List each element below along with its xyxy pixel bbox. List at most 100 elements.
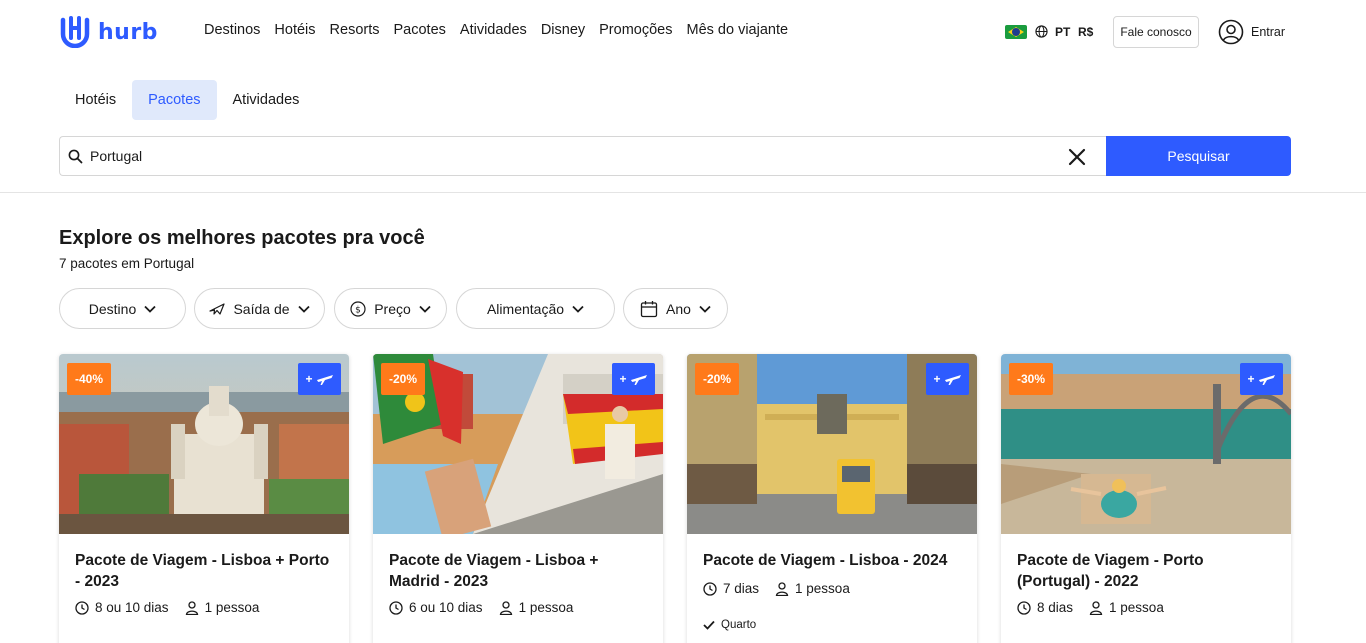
nav-hoteis[interactable]: Hotéis bbox=[274, 22, 315, 38]
language-selector[interactable]: PT bbox=[1055, 25, 1070, 39]
package-title[interactable]: Pacote de Viagem - Lisboa - 2024 bbox=[703, 550, 965, 571]
search-button[interactable]: Pesquisar bbox=[1106, 136, 1291, 176]
package-people: 1 pessoa bbox=[204, 600, 260, 615]
package-image[interactable]: -20% + bbox=[373, 354, 663, 534]
package-card[interactable]: -20% + Pacote de Viagem - Lisboa + Madri… bbox=[373, 354, 663, 643]
person-icon bbox=[775, 581, 789, 596]
results-count: 7 pacotes em Portugal bbox=[59, 256, 195, 271]
plane-icon bbox=[209, 302, 226, 315]
package-image[interactable]: -40% + bbox=[59, 354, 349, 534]
nav-atividades[interactable]: Atividades bbox=[460, 22, 527, 38]
package-meta: 8 ou 10 dias 1 pessoa bbox=[75, 600, 259, 615]
brazil-flag-globe bbox=[1012, 28, 1020, 36]
package-amenity: Quarto bbox=[703, 619, 756, 631]
flight-included-badge: + bbox=[298, 363, 341, 395]
chevron-down-icon bbox=[419, 305, 431, 313]
package-amenity-label: Quarto bbox=[721, 619, 757, 631]
tab-pacotes[interactable]: Pacotes bbox=[132, 80, 217, 120]
filter-ano[interactable]: Ano bbox=[623, 288, 728, 329]
package-image[interactable]: -30% + bbox=[1001, 354, 1291, 534]
flight-badge-plus: + bbox=[933, 372, 941, 386]
site-header: hurb Destinos Hotéis Resorts Pacotes Ati… bbox=[0, 0, 1366, 64]
person-icon bbox=[499, 600, 512, 615]
filter-saida[interactable]: Saída de bbox=[194, 288, 325, 329]
filter-alimentacao-label: Alimentação bbox=[486, 300, 565, 317]
package-card[interactable]: -20% + Pacote de Viagem - Lisboa - 2024 … bbox=[687, 354, 977, 643]
page-title: Explore os melhores pacotes pra você bbox=[59, 227, 425, 249]
calendar-icon bbox=[640, 300, 658, 317]
user-icon[interactable] bbox=[1218, 19, 1244, 45]
airplane-icon bbox=[1258, 375, 1275, 385]
filter-preco[interactable]: $ Preço bbox=[334, 288, 447, 329]
package-title[interactable]: Pacote de Viagem - Porto (Portugal) - 20… bbox=[1017, 550, 1279, 592]
flight-included-badge: + bbox=[1240, 363, 1283, 395]
airplane-icon bbox=[944, 375, 961, 385]
package-duration: 8 ou 10 dias bbox=[95, 600, 169, 615]
discount-badge: -30% bbox=[1009, 363, 1053, 395]
search-type-tabs: Hotéis Pacotes Atividades bbox=[59, 80, 315, 120]
contact-button[interactable]: Fale conosco bbox=[1113, 16, 1199, 48]
discount-badge: -20% bbox=[695, 363, 739, 395]
filter-ano-label: Ano bbox=[666, 300, 691, 317]
svg-text:$: $ bbox=[355, 305, 361, 315]
filter-destino[interactable]: Destino bbox=[59, 288, 186, 329]
hurb-logo[interactable]: hurb bbox=[58, 16, 158, 48]
person-icon bbox=[1089, 600, 1103, 615]
main-nav: Destinos Hotéis Resorts Pacotes Atividad… bbox=[204, 22, 788, 38]
package-duration: 7 dias bbox=[723, 581, 760, 596]
checkmark-icon bbox=[703, 620, 715, 630]
nav-mes-do-viajante[interactable]: Mês do viajante bbox=[686, 22, 788, 38]
package-meta: 7 dias 1 pessoa bbox=[703, 581, 850, 596]
money-icon: $ bbox=[350, 300, 366, 317]
nav-promocoes[interactable]: Promoções bbox=[599, 22, 672, 38]
search-icon bbox=[68, 149, 83, 164]
login-link[interactable]: Entrar bbox=[1251, 25, 1285, 39]
close-icon[interactable] bbox=[1068, 148, 1086, 166]
chevron-down-icon bbox=[572, 305, 584, 313]
package-duration: 6 ou 10 dias bbox=[409, 600, 483, 615]
globe-icon[interactable] bbox=[1035, 25, 1048, 38]
person-icon bbox=[185, 600, 198, 615]
tab-atividades[interactable]: Atividades bbox=[217, 80, 316, 120]
package-people: 1 pessoa bbox=[795, 581, 850, 596]
search-box bbox=[59, 136, 1106, 176]
header-divider bbox=[0, 192, 1366, 193]
brand-name: hurb bbox=[98, 19, 158, 45]
filter-preco-label: Preço bbox=[374, 300, 411, 317]
flight-included-badge: + bbox=[926, 363, 969, 395]
package-card[interactable]: -40% + Pacote de Viagem - Lisboa + Porto… bbox=[59, 354, 349, 643]
flight-badge-plus: + bbox=[619, 372, 627, 386]
tab-hoteis[interactable]: Hotéis bbox=[59, 80, 132, 120]
flight-badge-plus: + bbox=[1247, 372, 1255, 386]
chevron-down-icon bbox=[699, 305, 711, 313]
flight-badge-plus: + bbox=[305, 372, 313, 386]
airplane-icon bbox=[316, 375, 333, 385]
package-title[interactable]: Pacote de Viagem - Lisboa + Madrid - 202… bbox=[389, 550, 651, 592]
package-meta: 8 dias 1 pessoa bbox=[1017, 600, 1164, 615]
hurb-logo-icon bbox=[60, 16, 90, 48]
package-people: 1 pessoa bbox=[518, 600, 574, 615]
nav-resorts[interactable]: Resorts bbox=[330, 22, 380, 38]
package-people: 1 pessoa bbox=[1109, 600, 1164, 615]
package-meta: 6 ou 10 dias 1 pessoa bbox=[389, 600, 573, 615]
airplane-icon bbox=[630, 375, 647, 385]
filter-saida-label: Saída de bbox=[233, 300, 290, 317]
nav-disney[interactable]: Disney bbox=[541, 22, 585, 38]
flight-included-badge: + bbox=[612, 363, 655, 395]
currency-selector[interactable]: R$ bbox=[1078, 25, 1093, 39]
filter-destino-label: Destino bbox=[88, 300, 137, 317]
chevron-down-icon bbox=[297, 305, 310, 313]
discount-badge: -20% bbox=[381, 363, 425, 395]
nav-pacotes[interactable]: Pacotes bbox=[394, 22, 446, 38]
discount-badge: -40% bbox=[67, 363, 111, 395]
package-image[interactable]: -20% + bbox=[687, 354, 977, 534]
filter-alimentacao[interactable]: Alimentação bbox=[456, 288, 615, 329]
clock-icon bbox=[1017, 600, 1031, 615]
package-title[interactable]: Pacote de Viagem - Lisboa + Porto - 2023 bbox=[75, 550, 337, 592]
chevron-down-icon bbox=[144, 305, 156, 313]
package-card[interactable]: -30% + Pacote de Viagem - Porto (Portuga… bbox=[1001, 354, 1291, 643]
clock-icon bbox=[389, 600, 403, 615]
clock-icon bbox=[75, 600, 89, 615]
search-input[interactable] bbox=[90, 137, 1050, 175]
nav-destinos[interactable]: Destinos bbox=[204, 22, 260, 38]
